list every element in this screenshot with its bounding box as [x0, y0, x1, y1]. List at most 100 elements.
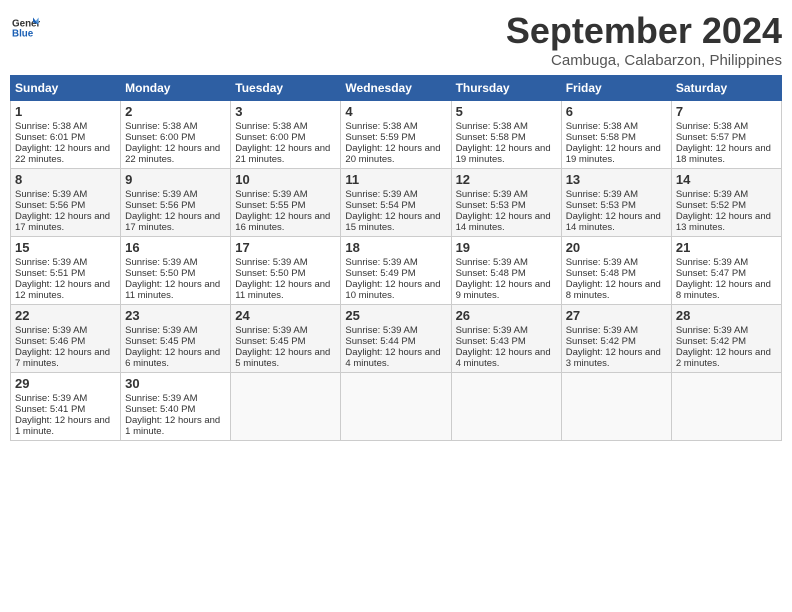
empty-cell: [561, 373, 671, 441]
day-number: 29: [15, 376, 116, 391]
day-number: 17: [235, 240, 336, 255]
sunrise-text: Sunrise: 5:38 AM: [345, 121, 446, 132]
day-cell-9: 9Sunrise: 5:39 AMSunset: 5:56 PMDaylight…: [121, 169, 231, 237]
day-cell-30: 30Sunrise: 5:39 AMSunset: 5:40 PMDayligh…: [121, 373, 231, 441]
daylight-text: Daylight: 12 hours and 19 minutes.: [456, 143, 557, 165]
sunset-text: Sunset: 5:41 PM: [15, 404, 116, 415]
sunset-text: Sunset: 6:00 PM: [235, 132, 336, 143]
daylight-text: Daylight: 12 hours and 8 minutes.: [566, 279, 667, 301]
week-row-2: 8Sunrise: 5:39 AMSunset: 5:56 PMDaylight…: [11, 169, 782, 237]
title-area: September 2024 Cambuga, Calabarzon, Phil…: [506, 10, 782, 69]
daylight-text: Daylight: 12 hours and 22 minutes.: [15, 143, 116, 165]
day-number: 21: [676, 240, 777, 255]
day-cell-7: 7Sunrise: 5:38 AMSunset: 5:57 PMDaylight…: [671, 101, 781, 169]
day-number: 25: [345, 308, 446, 323]
day-number: 20: [566, 240, 667, 255]
day-cell-23: 23Sunrise: 5:39 AMSunset: 5:45 PMDayligh…: [121, 305, 231, 373]
sunrise-text: Sunrise: 5:39 AM: [345, 257, 446, 268]
month-title: September 2024: [506, 10, 782, 52]
empty-cell: [671, 373, 781, 441]
sunrise-text: Sunrise: 5:39 AM: [125, 393, 226, 404]
daylight-text: Daylight: 12 hours and 14 minutes.: [566, 211, 667, 233]
sunrise-text: Sunrise: 5:39 AM: [15, 189, 116, 200]
sunrise-text: Sunrise: 5:38 AM: [15, 121, 116, 132]
daylight-text: Daylight: 12 hours and 21 minutes.: [235, 143, 336, 165]
sunset-text: Sunset: 5:43 PM: [456, 336, 557, 347]
day-cell-4: 4Sunrise: 5:38 AMSunset: 5:59 PMDaylight…: [341, 101, 451, 169]
sunset-text: Sunset: 5:53 PM: [566, 200, 667, 211]
sunset-text: Sunset: 5:54 PM: [345, 200, 446, 211]
sunset-text: Sunset: 5:58 PM: [566, 132, 667, 143]
daylight-text: Daylight: 12 hours and 11 minutes.: [235, 279, 336, 301]
sunrise-text: Sunrise: 5:39 AM: [345, 189, 446, 200]
sunset-text: Sunset: 5:42 PM: [566, 336, 667, 347]
week-row-1: 1Sunrise: 5:38 AMSunset: 6:01 PMDaylight…: [11, 101, 782, 169]
sunrise-text: Sunrise: 5:39 AM: [566, 257, 667, 268]
daylight-text: Daylight: 12 hours and 6 minutes.: [125, 347, 226, 369]
sunrise-text: Sunrise: 5:39 AM: [676, 325, 777, 336]
logo-icon: General Blue: [12, 14, 40, 42]
day-number: 18: [345, 240, 446, 255]
day-number: 11: [345, 172, 446, 187]
day-cell-1: 1Sunrise: 5:38 AMSunset: 6:01 PMDaylight…: [11, 101, 121, 169]
location-title: Cambuga, Calabarzon, Philippines: [506, 52, 782, 69]
daylight-text: Daylight: 12 hours and 22 minutes.: [125, 143, 226, 165]
day-cell-16: 16Sunrise: 5:39 AMSunset: 5:50 PMDayligh…: [121, 237, 231, 305]
day-number: 4: [345, 104, 446, 119]
day-number: 28: [676, 308, 777, 323]
day-number: 10: [235, 172, 336, 187]
sunrise-text: Sunrise: 5:38 AM: [235, 121, 336, 132]
day-cell-2: 2Sunrise: 5:38 AMSunset: 6:00 PMDaylight…: [121, 101, 231, 169]
day-number: 24: [235, 308, 336, 323]
daylight-text: Daylight: 12 hours and 13 minutes.: [676, 211, 777, 233]
header-friday: Friday: [561, 76, 671, 101]
sunset-text: Sunset: 6:01 PM: [15, 132, 116, 143]
daylight-text: Daylight: 12 hours and 18 minutes.: [676, 143, 777, 165]
sunset-text: Sunset: 5:59 PM: [345, 132, 446, 143]
sunrise-text: Sunrise: 5:39 AM: [676, 189, 777, 200]
day-cell-24: 24Sunrise: 5:39 AMSunset: 5:45 PMDayligh…: [231, 305, 341, 373]
empty-cell: [231, 373, 341, 441]
header-sunday: Sunday: [11, 76, 121, 101]
header-monday: Monday: [121, 76, 231, 101]
day-number: 7: [676, 104, 777, 119]
daylight-text: Daylight: 12 hours and 14 minutes.: [456, 211, 557, 233]
sunset-text: Sunset: 5:44 PM: [345, 336, 446, 347]
svg-text:Blue: Blue: [12, 28, 34, 39]
day-number: 14: [676, 172, 777, 187]
day-cell-17: 17Sunrise: 5:39 AMSunset: 5:50 PMDayligh…: [231, 237, 341, 305]
day-number: 9: [125, 172, 226, 187]
day-number: 16: [125, 240, 226, 255]
sunrise-text: Sunrise: 5:39 AM: [15, 257, 116, 268]
daylight-text: Daylight: 12 hours and 4 minutes.: [456, 347, 557, 369]
daylight-text: Daylight: 12 hours and 19 minutes.: [566, 143, 667, 165]
daylight-text: Daylight: 12 hours and 5 minutes.: [235, 347, 336, 369]
header-wednesday: Wednesday: [341, 76, 451, 101]
day-cell-19: 19Sunrise: 5:39 AMSunset: 5:48 PMDayligh…: [451, 237, 561, 305]
header-saturday: Saturday: [671, 76, 781, 101]
daylight-text: Daylight: 12 hours and 3 minutes.: [566, 347, 667, 369]
sunset-text: Sunset: 5:48 PM: [566, 268, 667, 279]
daylight-text: Daylight: 12 hours and 1 minute.: [125, 415, 226, 437]
day-cell-11: 11Sunrise: 5:39 AMSunset: 5:54 PMDayligh…: [341, 169, 451, 237]
daylight-text: Daylight: 12 hours and 17 minutes.: [15, 211, 116, 233]
daylight-text: Daylight: 12 hours and 17 minutes.: [125, 211, 226, 233]
day-cell-12: 12Sunrise: 5:39 AMSunset: 5:53 PMDayligh…: [451, 169, 561, 237]
sunrise-text: Sunrise: 5:38 AM: [456, 121, 557, 132]
daylight-text: Daylight: 12 hours and 2 minutes.: [676, 347, 777, 369]
day-cell-6: 6Sunrise: 5:38 AMSunset: 5:58 PMDaylight…: [561, 101, 671, 169]
day-number: 15: [15, 240, 116, 255]
sunset-text: Sunset: 5:50 PM: [125, 268, 226, 279]
header: General Blue September 2024 Cambuga, Cal…: [10, 10, 782, 69]
sunset-text: Sunset: 5:56 PM: [125, 200, 226, 211]
sunrise-text: Sunrise: 5:39 AM: [676, 257, 777, 268]
sunrise-text: Sunrise: 5:39 AM: [456, 189, 557, 200]
day-number: 2: [125, 104, 226, 119]
empty-cell: [341, 373, 451, 441]
day-cell-3: 3Sunrise: 5:38 AMSunset: 6:00 PMDaylight…: [231, 101, 341, 169]
sunset-text: Sunset: 5:52 PM: [676, 200, 777, 211]
header-tuesday: Tuesday: [231, 76, 341, 101]
sunrise-text: Sunrise: 5:39 AM: [235, 257, 336, 268]
daylight-text: Daylight: 12 hours and 16 minutes.: [235, 211, 336, 233]
day-cell-5: 5Sunrise: 5:38 AMSunset: 5:58 PMDaylight…: [451, 101, 561, 169]
